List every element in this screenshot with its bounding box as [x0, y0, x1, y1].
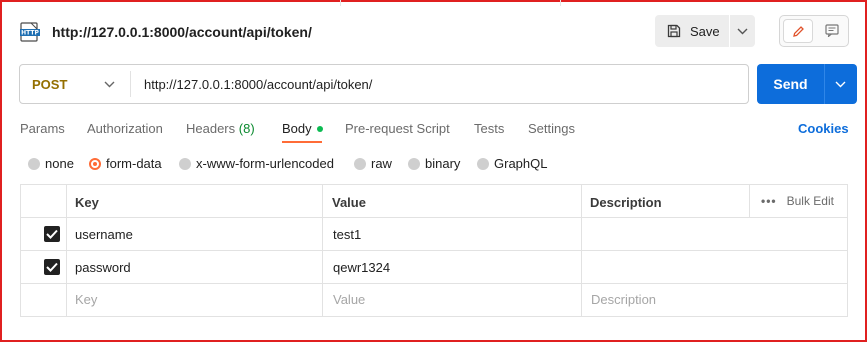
http-icon: HTTP [20, 22, 42, 42]
method-select[interactable]: POST [20, 65, 130, 103]
save-options-button[interactable] [730, 15, 755, 47]
tab-authorization[interactable]: Authorization [87, 121, 163, 136]
tab-params[interactable]: Params [20, 121, 65, 136]
radio-selected-icon [89, 158, 101, 170]
url-input[interactable]: http://127.0.0.1:8000/account/api/token/ [144, 77, 372, 92]
tab-body[interactable]: Body [282, 121, 323, 136]
radio-icon [28, 158, 40, 170]
save-label: Save [690, 24, 720, 39]
edit-mode-button[interactable] [783, 19, 813, 43]
chevron-down-icon [104, 81, 115, 88]
bulk-edit-button[interactable]: ••• Bulk Edit [761, 194, 834, 208]
headers-count-badge: (8) [238, 121, 255, 136]
tab-headers-label: Headers [186, 121, 236, 136]
active-tab-underline [282, 141, 322, 143]
radio-icon [179, 158, 191, 170]
request-url-bar: POST http://127.0.0.1:8000/account/api/t… [19, 64, 749, 104]
documentation-mode-button[interactable] [818, 19, 846, 43]
new-key-input[interactable]: Key [75, 292, 97, 307]
cookies-link[interactable]: Cookies [798, 121, 849, 136]
radio-icon [408, 158, 420, 170]
checkmark-icon [46, 229, 58, 239]
tab-body-label: Body [282, 121, 312, 136]
column-header-description: Description [590, 195, 662, 210]
view-mode-toggle [779, 15, 849, 47]
new-value-input[interactable]: Value [333, 292, 365, 307]
tab-pre-request-script[interactable]: Pre-request Script [345, 121, 450, 136]
comment-icon [825, 24, 839, 37]
chevron-down-icon [737, 28, 748, 35]
save-icon [667, 24, 681, 38]
new-description-input[interactable]: Description [591, 292, 656, 307]
request-title[interactable]: http://127.0.0.1:8000/account/api/token/ [52, 24, 312, 40]
pencil-icon [793, 26, 804, 37]
save-button[interactable]: Save [655, 15, 729, 47]
form-data-table: Key Value Description ••• Bulk Edit usern… [20, 184, 848, 317]
row-value-username[interactable]: test1 [333, 227, 361, 242]
body-indicator-dot [316, 125, 323, 132]
top-tab-strip [0, 0, 867, 6]
svg-text:HTTP: HTTP [21, 30, 39, 37]
column-header-key: Key [75, 195, 99, 210]
radio-icon [477, 158, 489, 170]
more-dots-icon: ••• [761, 194, 777, 208]
method-label: POST [32, 77, 68, 92]
checkmark-icon [46, 262, 58, 272]
row-checkbox-username[interactable] [44, 226, 60, 242]
chevron-down-icon [835, 81, 846, 88]
row-key-username[interactable]: username [75, 227, 133, 242]
send-options-button[interactable] [825, 64, 857, 104]
tab-settings[interactable]: Settings [528, 121, 575, 136]
tab-headers[interactable]: Headers (8) [186, 121, 255, 136]
row-key-password[interactable]: password [75, 260, 131, 275]
row-value-password[interactable]: qewr1324 [333, 260, 390, 275]
row-checkbox-password[interactable] [44, 259, 60, 275]
send-button[interactable]: Send [757, 64, 824, 104]
column-header-value: Value [332, 195, 366, 210]
save-button-group: Save [655, 15, 755, 47]
radio-icon [354, 158, 366, 170]
tab-tests[interactable]: Tests [474, 121, 504, 136]
send-button-group: Send [757, 64, 857, 104]
